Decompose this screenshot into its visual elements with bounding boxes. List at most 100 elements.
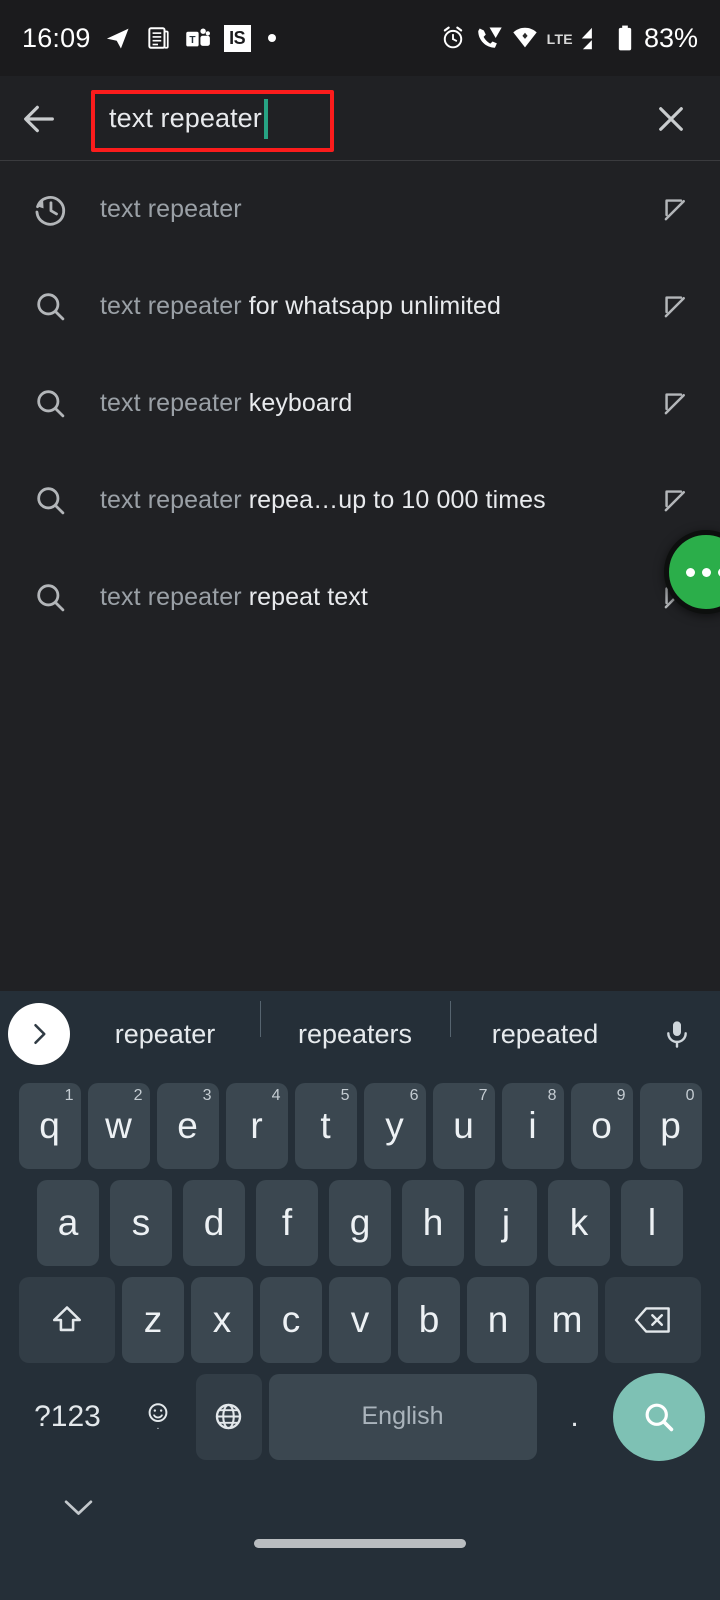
search-field-wrapper: text repeater [78, 76, 632, 161]
text-caret [263, 98, 268, 139]
key-v[interactable]: v [329, 1276, 391, 1363]
key-d[interactable]: d [183, 1179, 245, 1266]
arrow-up-left-icon[interactable] [630, 193, 720, 226]
suggestion-text: text repeater repea…up to 10 000 times [100, 486, 630, 515]
key-number-label: 2 [133, 1086, 143, 1104]
key-o[interactable]: 9o [570, 1082, 633, 1169]
search-icon [0, 386, 100, 421]
microphone-button[interactable] [640, 1018, 714, 1050]
backspace-key[interactable] [605, 1276, 701, 1363]
key-label: y [385, 1104, 404, 1146]
symbols-key[interactable]: ?123 [16, 1374, 120, 1460]
emoji-icon: , [148, 1402, 167, 1429]
key-j[interactable]: j [475, 1179, 537, 1266]
key-q[interactable]: 1q [18, 1082, 81, 1169]
key-i[interactable]: 8i [501, 1082, 564, 1169]
key-g[interactable]: g [329, 1179, 391, 1266]
arrow-up-left-icon[interactable] [630, 484, 720, 517]
key-f[interactable]: f [256, 1179, 318, 1266]
gesture-nav-pill[interactable] [254, 1539, 466, 1548]
key-label: u [453, 1104, 474, 1146]
bubble-dot-icon [685, 567, 695, 577]
key-number-label: 9 [616, 1086, 626, 1104]
key-a[interactable]: a [37, 1179, 99, 1266]
telegram-icon [104, 24, 132, 52]
emoji-key[interactable]: , [127, 1374, 189, 1460]
key-k[interactable]: k [548, 1179, 610, 1266]
keyboard-bottom-bar [0, 1465, 720, 1573]
key-e[interactable]: 3e [156, 1082, 219, 1169]
key-label: t [320, 1104, 331, 1146]
history-icon [0, 191, 100, 228]
chevron-down-icon [64, 1500, 93, 1515]
keyboard-suggestion[interactable]: repeated [450, 1000, 640, 1050]
expand-suggestions-button[interactable] [8, 1003, 70, 1065]
key-label: e [177, 1104, 198, 1146]
key-number-label: 6 [409, 1086, 419, 1104]
search-query-text: text repeater [109, 103, 262, 133]
shift-key[interactable] [19, 1276, 115, 1363]
key-r[interactable]: 4r [225, 1082, 288, 1169]
keyboard-suggestion[interactable]: repeaters [260, 1000, 450, 1050]
keyboard-suggestion-strip: repeater repeaters repeated [0, 991, 720, 1077]
list-item[interactable]: text repeater repea…up to 10 000 times [0, 452, 720, 549]
key-t[interactable]: 5t [294, 1082, 357, 1169]
list-item[interactable]: text repeater [0, 161, 720, 258]
keyboard-suggestion-items: repeater repeaters repeated [70, 1000, 640, 1050]
key-m[interactable]: m [536, 1276, 598, 1363]
hide-keyboard-button[interactable] [62, 1497, 95, 1524]
key-h[interactable]: h [402, 1179, 464, 1266]
search-suggestion-list: text repeater text repeater for whatsapp… [0, 161, 720, 646]
arrow-up-left-icon[interactable] [630, 290, 720, 323]
search-input[interactable]: text repeater [78, 98, 268, 139]
space-key[interactable]: English [268, 1373, 537, 1460]
notification-dot-icon [267, 34, 276, 42]
suggestion-text: text repeater repeat text [100, 583, 630, 612]
clear-search-button[interactable] [632, 76, 710, 161]
key-p[interactable]: 0p [639, 1082, 702, 1169]
key-label: w [105, 1104, 132, 1146]
suggestion-prefix: text repeater [100, 292, 242, 320]
close-icon [659, 106, 683, 131]
search-header: text repeater [0, 76, 720, 161]
suggestion-prefix: text repeater [100, 389, 242, 417]
suggestion-prefix: text repeater [100, 195, 242, 223]
key-number-label: 5 [340, 1086, 350, 1104]
search-icon [0, 483, 100, 518]
battery-icon [616, 25, 634, 52]
key-x[interactable]: x [191, 1276, 253, 1363]
key-z[interactable]: z [122, 1276, 184, 1363]
back-button[interactable] [0, 76, 78, 161]
bubble-dot-icon [701, 567, 711, 577]
key-l[interactable]: l [621, 1179, 683, 1266]
list-item[interactable]: text repeater for whatsapp unlimited [0, 258, 720, 355]
suggestion-prefix: text repeater [100, 583, 242, 611]
key-n[interactable]: n [467, 1276, 529, 1363]
keyboard-suggestion[interactable]: repeater [70, 1019, 260, 1050]
language-switch-key[interactable] [195, 1373, 262, 1460]
microphone-icon [667, 1021, 687, 1048]
arrow-up-left-icon[interactable] [630, 387, 720, 420]
wifi-icon [512, 26, 538, 50]
search-enter-key[interactable] [612, 1372, 705, 1461]
suggestion-completion: repeat text [241, 583, 368, 611]
key-s[interactable]: s [110, 1179, 172, 1266]
suggestion-completion: for whatsapp unlimited [241, 292, 502, 320]
key-w[interactable]: 2w [87, 1082, 150, 1169]
alarm-icon [440, 25, 466, 51]
battery-percent-label: 83% [643, 22, 698, 53]
key-u[interactable]: 7u [432, 1082, 495, 1169]
list-item[interactable]: text repeater keyboard [0, 355, 720, 452]
list-item[interactable]: text repeater repeat text [0, 549, 720, 646]
phone-screen: 16:09 T IS LTE 83% text repeater text re… [0, 0, 720, 1600]
key-b[interactable]: b [398, 1276, 460, 1363]
period-key[interactable]: . [544, 1374, 606, 1460]
key-label: r [250, 1104, 263, 1146]
key-y[interactable]: 6y [363, 1082, 426, 1169]
key-number-label: 3 [202, 1086, 212, 1104]
chevron-right-icon [34, 1023, 46, 1045]
backspace-icon [634, 1306, 670, 1333]
ms-teams-icon: T [184, 25, 211, 52]
status-bar: 16:09 T IS LTE 83% [0, 0, 720, 76]
key-c[interactable]: c [260, 1276, 322, 1363]
